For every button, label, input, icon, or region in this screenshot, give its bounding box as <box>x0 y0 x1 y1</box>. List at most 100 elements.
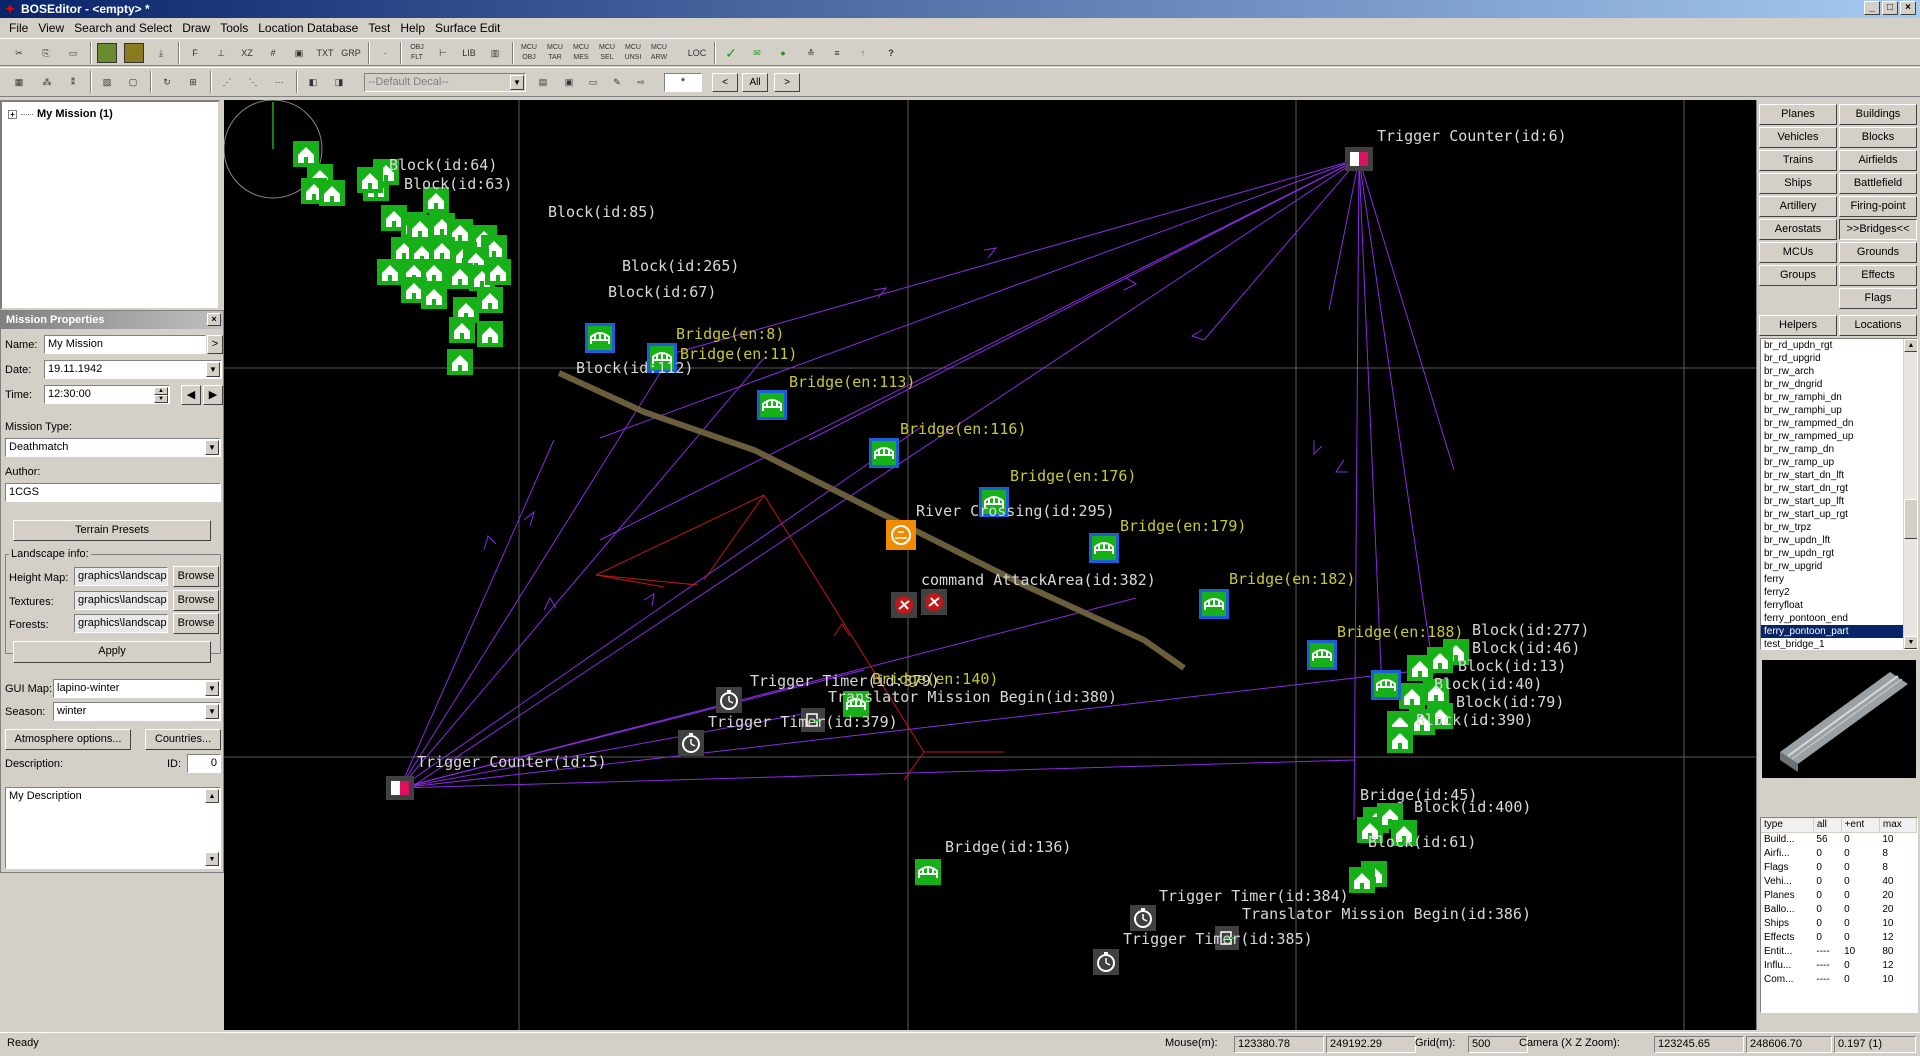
mcu-obj-icon[interactable]: MCU OBJ <box>518 42 540 64</box>
scroll-up-icon[interactable]: ▲ <box>205 789 219 803</box>
asset-list-item[interactable]: br_rd_updn_rgt <box>1761 339 1917 352</box>
cat-firing-point-button[interactable]: Firing-point <box>1839 196 1917 217</box>
mcu-sel-icon[interactable]: MCU SEL <box>596 42 618 64</box>
cat-aerostats-button[interactable]: Aerostats <box>1759 219 1837 240</box>
checker-icon[interactable]: ▦ <box>8 71 30 93</box>
prev-button[interactable]: < <box>712 73 738 92</box>
xz-icon[interactable]: XZ <box>236 42 258 64</box>
cut-icon[interactable]: ✂ <box>8 42 30 64</box>
download-icon[interactable]: ⤓ <box>150 42 172 64</box>
mcu-tar-icon[interactable]: MCU TAR <box>544 42 566 64</box>
mail-icon[interactable]: ✉ <box>746 42 768 64</box>
align-icon[interactable]: ≛ <box>800 42 822 64</box>
tab-locations[interactable]: Locations <box>1839 315 1917 336</box>
timer-379-icon[interactable] <box>715 686 743 714</box>
cat-mcus-button[interactable]: MCUs <box>1759 242 1837 263</box>
forests-browse-button[interactable]: Browse <box>173 613 219 634</box>
path-icon[interactable]: ⋰ <box>216 71 238 93</box>
layer3-icon[interactable]: ◨ <box>328 71 350 93</box>
obj-filter-icon[interactable]: OBJ FLT <box>406 42 428 64</box>
filter-input[interactable]: * <box>664 73 702 92</box>
asset-list-item[interactable]: br_rw_start_up_lft <box>1761 495 1917 508</box>
text-icon[interactable]: TXT <box>314 42 336 64</box>
name-more-button[interactable]: > <box>207 335 223 354</box>
asset-list-item[interactable]: ferry2 <box>1761 586 1917 599</box>
loc-icon[interactable]: LOC <box>686 42 708 64</box>
cat-buildings-button[interactable]: Buildings <box>1839 104 1917 125</box>
menu-tools[interactable]: Tools <box>215 18 253 38</box>
apply-button[interactable]: Apply <box>13 641 211 663</box>
decal-select[interactable]: --Default Decal-- ▼ <box>364 73 526 92</box>
name-field[interactable]: My Mission <box>44 335 206 354</box>
asset-list[interactable]: br_rd_updn_rgt br_rd_upgrid br_rw_arch br_r… <box>1760 338 1918 650</box>
cat-airfields-button[interactable]: Airfields <box>1839 150 1917 171</box>
terrain-presets-button[interactable]: Terrain Presets <box>13 520 211 541</box>
time-field[interactable]: 12:30:00 ▲ ▼ <box>44 385 170 404</box>
asset-list-item[interactable]: br_rw_trpz <box>1761 521 1917 534</box>
time-next-button[interactable]: ▶ <box>203 385 223 405</box>
layer2-icon[interactable]: ◧ <box>302 71 324 93</box>
textures-field[interactable]: graphics\landscape <box>74 591 168 610</box>
menu-test[interactable]: Test <box>363 18 395 38</box>
mcu-mes-icon[interactable]: MCU MES <box>570 42 592 64</box>
timer-385-icon[interactable] <box>1092 948 1120 976</box>
menu-surface-edit[interactable]: Surface Edit <box>430 18 505 38</box>
date-field[interactable]: 19.11.1942 ▼ <box>44 360 222 379</box>
scroll-up-icon[interactable]: ▲ <box>1904 339 1917 352</box>
trigger-counter-6-icon[interactable] <box>1345 147 1373 171</box>
textures-browse-button[interactable]: Browse <box>173 590 219 611</box>
check-icon[interactable]: ✓ <box>720 42 742 64</box>
timer-379b-icon[interactable] <box>677 729 705 757</box>
id-field[interactable]: 0 <box>187 754 221 773</box>
asset-list-item[interactable]: br_rd_upgrid <box>1761 352 1917 365</box>
mcu-unsi-icon[interactable]: MCU UNSI <box>622 42 644 64</box>
cat-ships-button[interactable]: Ships <box>1759 173 1837 194</box>
frame2-icon[interactable]: ▢ <box>122 71 144 93</box>
rotate-icon[interactable]: ↻ <box>156 71 178 93</box>
tree-root-item[interactable]: + My Mission (1) <box>8 108 113 120</box>
decal3-icon[interactable]: ▭ <box>582 71 604 93</box>
menu-location-database[interactable]: Location Database <box>253 18 363 38</box>
up-arrow-icon[interactable]: ↑ <box>852 42 874 64</box>
wand2-icon[interactable]: ⁑ <box>62 71 84 93</box>
asset-list-item[interactable]: test_bridge_1 <box>1761 638 1917 649</box>
asset-list-item[interactable]: br_rw_updn_rgt <box>1761 547 1917 560</box>
asset-list-item[interactable]: ferry_pontoon_end <box>1761 612 1917 625</box>
mcu-arw-icon[interactable]: MCU ARW <box>648 42 670 64</box>
asset-list-scrollbar[interactable]: ▲ ▼ <box>1903 339 1917 649</box>
cat-planes-button[interactable]: Planes <box>1759 104 1837 125</box>
asset-list-item[interactable]: ferry <box>1761 573 1917 586</box>
close-button[interactable]: × <box>1900 1 1916 15</box>
all-button[interactable]: All <box>742 73 768 92</box>
table-icon[interactable]: ⊞ <box>182 71 204 93</box>
map-icon[interactable] <box>96 42 118 64</box>
menu-search-and-select[interactable]: Search and Select <box>69 18 177 38</box>
group-icon[interactable]: GRP <box>340 42 362 64</box>
chevron-down-icon[interactable]: ▼ <box>206 362 220 377</box>
forests-field[interactable]: graphics\landscape <box>74 614 168 633</box>
stack-icon[interactable]: ≡ <box>826 42 848 64</box>
timer-384-icon[interactable] <box>1129 904 1157 932</box>
asset-list-item[interactable]: br_rw_rampmed_dn <box>1761 417 1917 430</box>
spin-up-icon[interactable]: ▲ <box>154 387 168 395</box>
cat-bridges-button[interactable]: >>Bridges<< <box>1839 219 1917 240</box>
scroll-down-icon[interactable]: ▼ <box>205 852 219 866</box>
author-field[interactable]: 1CGS <box>5 483 221 502</box>
asset-list-item[interactable]: br_rw_ramphi_dn <box>1761 391 1917 404</box>
cat-vehicles-button[interactable]: Vehicles <box>1759 127 1837 148</box>
cat-battlefield-button[interactable]: Battlefield <box>1839 173 1917 194</box>
f-filter-icon[interactable]: F <box>184 42 206 64</box>
map-import-icon[interactable] <box>123 42 145 64</box>
grid-icon[interactable]: # <box>262 42 284 64</box>
wand-icon[interactable]: ⁂ <box>36 71 58 93</box>
asset-list-item[interactable]: br_rw_start_up_rgt <box>1761 508 1917 521</box>
cat-grounds-button[interactable]: Grounds <box>1839 242 1917 263</box>
asset-list-item[interactable]: br_rw_updn_lft <box>1761 534 1917 547</box>
season-select[interactable]: winter ▼ <box>53 702 221 721</box>
expand-icon[interactable]: + <box>8 109 17 119</box>
asset-list-item[interactable]: ferryfloat <box>1761 599 1917 612</box>
countries-button[interactable]: Countries... <box>145 729 221 750</box>
restore-button[interactable]: □ <box>1882 1 1898 15</box>
arrow-right-icon[interactable]: ⇨ <box>630 71 652 93</box>
asset-list-item[interactable]: br_rw_start_dn_rgt <box>1761 482 1917 495</box>
